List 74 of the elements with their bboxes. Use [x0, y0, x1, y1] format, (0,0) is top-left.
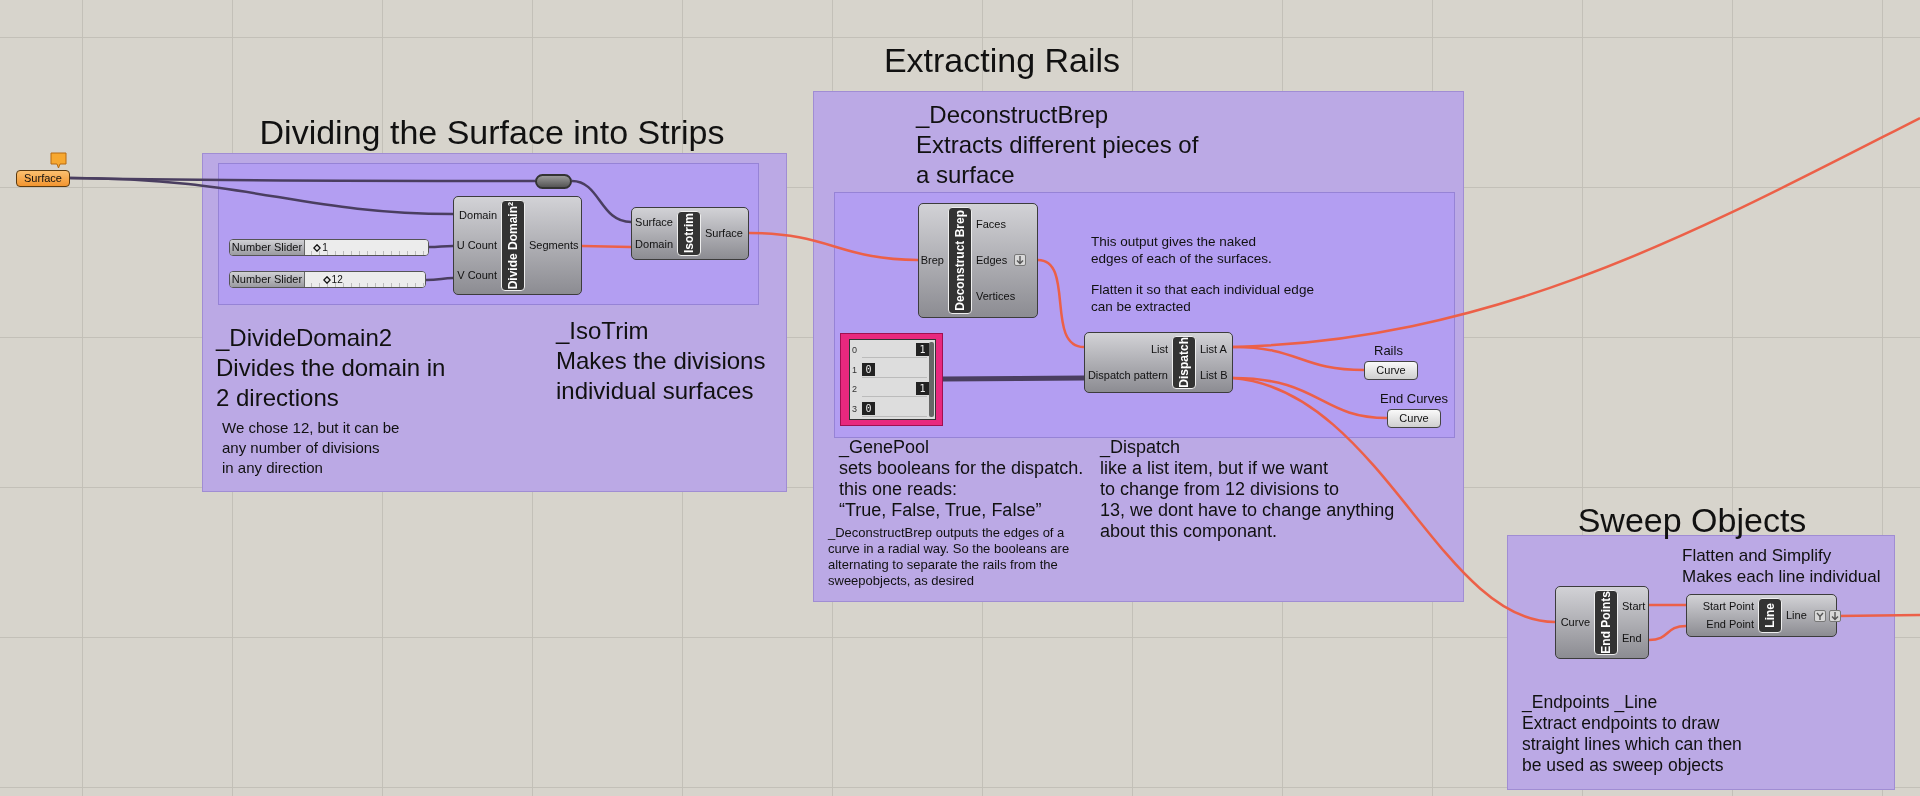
number-slider[interactable]: Number Slider 12: [229, 271, 426, 288]
input-label[interactable]: Curve: [1556, 616, 1594, 629]
simplify-icon: [1813, 609, 1826, 622]
note-text: _Endpoints _Line Extract endpoints to draw straight lines which can then be used as sweep objects: [1522, 692, 1742, 776]
component-title: End Points: [1594, 590, 1618, 655]
surface-parameter[interactable]: Surface: [16, 170, 70, 187]
note-text: _DeconstructBrep Extracts different pieces of a surface: [916, 100, 1199, 190]
component-title: Line: [1758, 598, 1782, 633]
component-title: Dispatch: [1172, 336, 1196, 389]
slider-handle-icon[interactable]: [322, 275, 331, 284]
wire: [429, 244, 453, 249]
note-text: _Dispatch like a list item, but if we want to change from 12 divisions to 13, we dont have to change anything about this componant.: [1100, 437, 1395, 542]
group-title: Extracting Rails: [883, 40, 1121, 80]
flatten-icon: [1014, 254, 1027, 267]
input-label[interactable]: Start Point: [1698, 600, 1758, 614]
output-label[interactable]: End: [1618, 632, 1646, 646]
slider-handle-icon[interactable]: [313, 243, 322, 252]
output-label[interactable]: Segments: [525, 239, 583, 252]
note-text: Flatten it so that each individual edge can be extracted: [1091, 281, 1314, 315]
row-index: 2: [851, 384, 858, 395]
output-label[interactable]: Vertices: [972, 289, 1020, 303]
curve-parameter[interactable]: Curve: [1387, 409, 1441, 428]
output-label[interactable]: Line: [1782, 609, 1811, 622]
input-label[interactable]: U Count: [452, 239, 501, 252]
output-label[interactable]: List A: [1196, 342, 1231, 356]
component-title: Deconstruct Brep: [948, 207, 972, 314]
row-index: 0: [851, 344, 858, 355]
gene-value[interactable]: 1: [916, 382, 929, 396]
wire: [571, 179, 632, 224]
wire: [1649, 603, 1686, 607]
relay-node[interactable]: [535, 174, 572, 189]
slider-label: Number Slider: [230, 240, 305, 255]
input-label[interactable]: Surface: [631, 215, 677, 229]
gene-value[interactable]: 0: [862, 362, 875, 376]
input-label[interactable]: Domain: [455, 208, 501, 222]
input-label[interactable]: Domain: [631, 238, 677, 252]
wire: [1648, 624, 1687, 642]
note-text: _GenePool sets booleans for the dispatch. this one reads: “True, False, True, False”: [839, 437, 1084, 521]
input-label[interactable]: End Point: [1702, 617, 1758, 631]
param-label: End Curves: [1380, 391, 1448, 406]
input-label[interactable]: Brep: [916, 254, 948, 267]
slider-label: Number Slider: [230, 272, 305, 287]
note-text: We chose 12, but it can be any number of divisions in any direction: [222, 418, 400, 478]
input-label[interactable]: V Count: [453, 269, 501, 283]
component-title: Isotrim: [677, 211, 701, 256]
note-text: _IsoTrim Makes the divisions individual surfaces: [556, 316, 766, 406]
curve-parameter[interactable]: Curve: [1364, 361, 1418, 380]
component-title: Divide Domain²: [501, 200, 525, 291]
group-title: Dividing the Surface into Strips: [259, 112, 725, 152]
group-title: Sweep Objects: [1577, 500, 1807, 540]
note-text: This output gives the naked edges of each of the surfaces.: [1091, 233, 1272, 267]
output-label[interactable]: Surface: [701, 227, 747, 240]
input-label[interactable]: Dispatch pattern: [1083, 369, 1172, 383]
output-label[interactable]: Start: [1618, 599, 1650, 613]
number-slider[interactable]: Number Slider 1: [229, 239, 429, 256]
input-label[interactable]: List: [1146, 342, 1172, 356]
note-text: _DeconstructBrep outputs the edges of a curve in a radial way. So the booleans are alternating to separate the rails from the sweepobjects, as desired: [828, 525, 1070, 589]
wire: [581, 244, 632, 249]
note-text: _DivideDomain2 Divides the domain in 2 directions: [216, 323, 446, 413]
gene-value[interactable]: 1: [916, 342, 929, 356]
gene-pool-node[interactable]: 0 1 1 0 2 1 3 0: [840, 333, 943, 426]
output-label[interactable]: Faces: [972, 218, 1010, 232]
output-label[interactable]: Edges: [972, 254, 1012, 267]
wire: [426, 276, 454, 282]
slider-value: 12: [331, 273, 343, 287]
output-label[interactable]: List B: [1196, 369, 1232, 383]
flatten-icon: [1828, 609, 1841, 622]
row-index: 1: [851, 364, 858, 375]
note-text: Flatten and Simplify Makes each line individual: [1682, 545, 1881, 587]
scroll-bar[interactable]: [929, 342, 934, 417]
param-label: Rails: [1374, 343, 1403, 358]
row-index: 3: [851, 404, 858, 415]
gene-value[interactable]: 0: [862, 402, 875, 416]
slider-value: 1: [322, 241, 328, 255]
